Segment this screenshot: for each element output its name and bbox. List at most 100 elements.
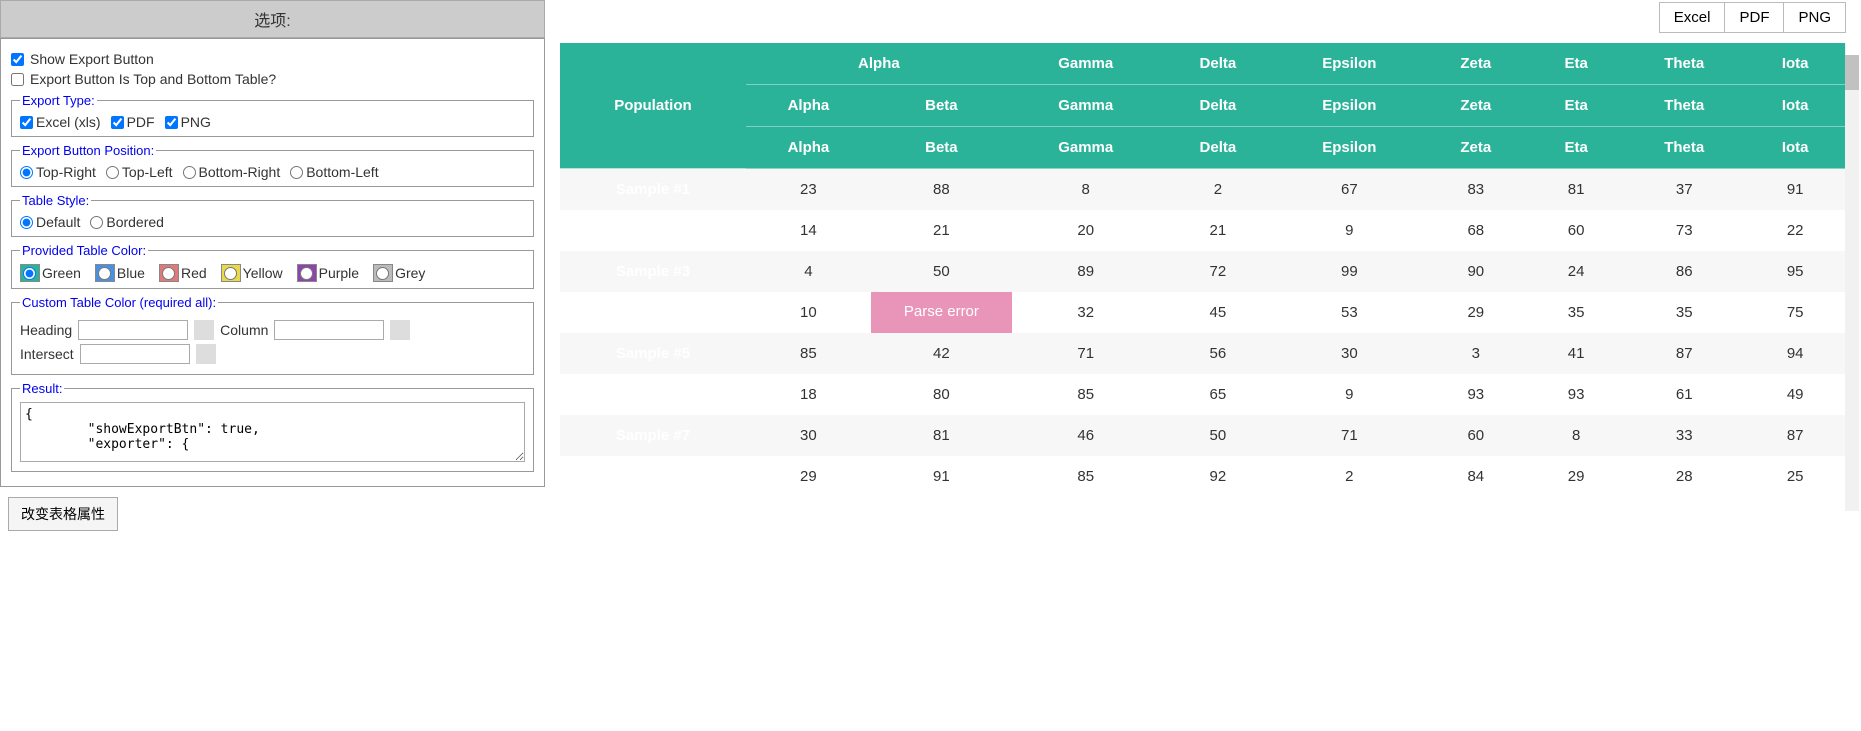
table-style-legend: Table Style: (20, 193, 91, 208)
export-position-option[interactable]: Bottom-Left (290, 164, 378, 180)
color-label: Green (42, 265, 81, 281)
export-type-option[interactable]: PDF (111, 114, 155, 130)
scrollbar-thumb[interactable] (1845, 55, 1859, 90)
table-color-fieldset: Provided Table Color: GreenBlueRedYellow… (11, 243, 534, 289)
export-type-checkbox[interactable] (111, 116, 124, 129)
data-cell: 73 (1623, 210, 1745, 251)
export-position-radio[interactable] (183, 166, 196, 179)
table-row: Sample #618808565993936149 (560, 374, 1845, 415)
data-cell: 90 (1422, 251, 1529, 292)
data-cell: 2 (1276, 456, 1422, 497)
export-type-label: Excel (xls) (36, 114, 101, 130)
column-header: Theta (1623, 127, 1745, 169)
export-type-checkbox[interactable] (20, 116, 33, 129)
export-top-bottom-checkbox[interactable] (11, 73, 24, 86)
data-cell: 8 (1012, 169, 1160, 211)
export-excel-button[interactable]: Excel (1659, 2, 1726, 33)
column-header: Iota (1745, 127, 1845, 169)
show-export-checkbox[interactable] (11, 53, 24, 66)
export-pdf-button[interactable]: PDF (1724, 2, 1784, 33)
export-position-radio[interactable] (106, 166, 119, 179)
color-radio[interactable] (376, 267, 389, 280)
data-cell: 10 (746, 292, 871, 333)
export-type-checkbox[interactable] (165, 116, 178, 129)
table-style-option[interactable]: Default (20, 214, 80, 230)
export-top-bottom-label: Export Button Is Top and Bottom Table? (30, 71, 276, 87)
data-cell: 85 (1012, 374, 1160, 415)
data-cell: 94 (1745, 333, 1845, 374)
table-style-fieldset: Table Style: Default Bordered (11, 193, 534, 237)
export-position-option[interactable]: Top-Right (20, 164, 96, 180)
intersect-color-input[interactable] (80, 344, 190, 364)
color-label: Yellow (243, 265, 283, 281)
table-style-label: Default (36, 214, 80, 230)
color-radio[interactable] (224, 267, 237, 280)
data-cell: 85 (1012, 456, 1160, 497)
color-label: Purple (319, 265, 359, 281)
group-header: Gamma (1012, 43, 1160, 85)
export-position-radio[interactable] (290, 166, 303, 179)
data-cell: 41 (1529, 333, 1623, 374)
table-style-radio[interactable] (20, 216, 33, 229)
color-radio[interactable] (300, 267, 313, 280)
data-cell: 60 (1422, 415, 1529, 456)
column-header: Zeta (1422, 127, 1529, 169)
table-row: Sample #214212021968607322 (560, 210, 1845, 251)
color-radio[interactable] (162, 267, 175, 280)
color-option[interactable]: Purple (297, 264, 359, 282)
export-position-option[interactable]: Bottom-Right (183, 164, 281, 180)
row-label: Sample #2 (560, 210, 746, 251)
data-cell: 93 (1529, 374, 1623, 415)
sub-header: Eta (1529, 85, 1623, 127)
data-cell: 93 (1422, 374, 1529, 415)
color-radio[interactable] (23, 267, 36, 280)
table-style-radio[interactable] (90, 216, 103, 229)
color-swatch-icon (297, 264, 317, 282)
result-textarea[interactable] (20, 402, 525, 462)
group-header: Zeta (1422, 43, 1529, 85)
data-cell: 9 (1276, 374, 1422, 415)
column-color-input[interactable] (274, 320, 384, 340)
table-row: Sample #730814650716083387 (560, 415, 1845, 456)
export-type-option[interactable]: Excel (xls) (20, 114, 101, 130)
sub-header: Iota (1745, 85, 1845, 127)
color-option[interactable]: Red (159, 264, 207, 282)
table-style-option[interactable]: Bordered (90, 214, 164, 230)
export-type-label: PDF (127, 114, 155, 130)
column-header: Delta (1160, 127, 1277, 169)
options-title: 选项: (0, 0, 545, 38)
export-position-radio[interactable] (20, 166, 33, 179)
color-swatch-icon (20, 264, 40, 282)
color-option[interactable]: Blue (95, 264, 145, 282)
vertical-scrollbar[interactable] (1845, 55, 1859, 511)
data-cell: 22 (1745, 210, 1845, 251)
data-cell: 89 (1012, 251, 1160, 292)
color-radio[interactable] (98, 267, 111, 280)
data-cell: 2 (1160, 169, 1277, 211)
export-position-legend: Export Button Position: (20, 143, 156, 158)
color-option[interactable]: Grey (373, 264, 425, 282)
table-scroll-wrapper[interactable]: PopulationAlphaGammaDeltaEpsilonZetaEtaT… (560, 43, 1846, 497)
data-cell: 8 (1529, 415, 1623, 456)
data-cell: 68 (1422, 210, 1529, 251)
color-option[interactable]: Green (20, 264, 81, 282)
data-cell: 21 (871, 210, 1012, 251)
apply-button[interactable]: 改变表格属性 (8, 497, 118, 531)
heading-color-input[interactable] (78, 320, 188, 340)
export-position-option[interactable]: Top-Left (106, 164, 173, 180)
data-cell: 61 (1623, 374, 1745, 415)
data-cell: Parse error (871, 292, 1012, 333)
export-png-button[interactable]: PNG (1783, 2, 1846, 33)
export-type-option[interactable]: PNG (165, 114, 211, 130)
color-swatch-icon (221, 264, 241, 282)
options-body: Show Export Button Export Button Is Top … (0, 38, 545, 487)
column-header: Epsilon (1276, 127, 1422, 169)
data-cell: 60 (1529, 210, 1623, 251)
sub-header: Gamma (1012, 85, 1160, 127)
data-cell: 71 (1276, 415, 1422, 456)
table-row: Sample #410Parse error32455329353575 (560, 292, 1845, 333)
data-cell: 29 (1422, 292, 1529, 333)
color-option[interactable]: Yellow (221, 264, 283, 282)
table-row: Sample #345089729990248695 (560, 251, 1845, 292)
column-swatch (390, 320, 410, 340)
